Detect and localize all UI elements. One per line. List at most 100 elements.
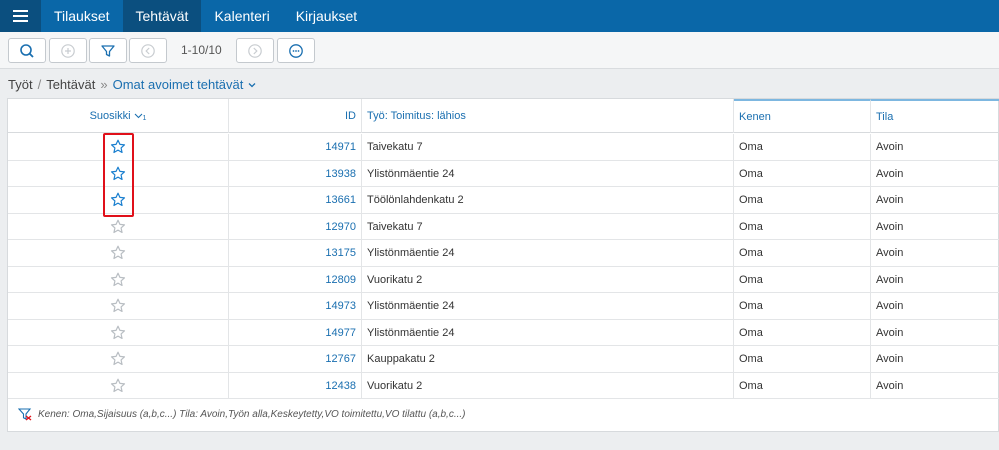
work-cell: Ylistönmäentie 24 [362, 160, 734, 187]
table-row[interactable]: 14971 Taivekatu 7 Oma Avoin [8, 134, 999, 161]
task-id-link[interactable]: 13175 [229, 240, 362, 266]
table-row[interactable]: 14977 Ylistönmäentie 24 Oma Avoin [8, 319, 999, 346]
chevron-right-icon [248, 43, 262, 58]
breadcrumb-separator: » [100, 77, 108, 92]
breadcrumb-level2[interactable]: Tehtävät [46, 77, 95, 92]
favorite-cell [8, 319, 229, 346]
owner-cell: Oma [734, 213, 871, 240]
task-id-link[interactable]: 14977 [229, 319, 362, 346]
filter-remove-icon[interactable] [18, 407, 32, 421]
breadcrumb-root[interactable]: Työt [8, 77, 33, 92]
favorite-cell [8, 293, 229, 319]
task-id-link[interactable]: 12970 [229, 213, 362, 240]
tab-tilaukset[interactable]: Tilaukset [41, 0, 123, 32]
favorite-cell [8, 240, 229, 266]
add-button[interactable] [49, 38, 87, 63]
favorite-cell [8, 213, 229, 240]
owner-cell: Oma [734, 134, 871, 160]
tab-tehtavat[interactable]: Tehtävät [122, 0, 202, 32]
task-grid: Suosikki 1 ID Työ: Toimitus: lähios Kene… [7, 98, 999, 432]
search-icon [20, 43, 34, 58]
tab-kirjaukset[interactable]: Kirjaukset [283, 0, 370, 32]
table-row[interactable]: 14973 Ylistönmäentie 24 Oma Avoin [8, 293, 999, 320]
view-selector[interactable]: Omat avoimet tehtävät [113, 77, 244, 92]
menu-icon[interactable] [0, 0, 41, 32]
next-page-button[interactable] [236, 38, 274, 63]
status-cell: Avoin [876, 353, 904, 365]
add-icon [61, 43, 75, 58]
status-cell: Avoin [876, 300, 904, 312]
star-icon[interactable] [110, 325, 126, 341]
status-cell: Avoin [876, 220, 904, 233]
favorite-cell [8, 346, 229, 372]
sort-index: 1 [142, 114, 147, 122]
table-row[interactable]: 12970 Taivekatu 7 Oma Avoin [8, 213, 999, 240]
tab-kalenteri[interactable]: Kalenteri [201, 0, 282, 32]
star-icon[interactable] [110, 298, 126, 314]
column-header-status[interactable]: Tila [871, 99, 999, 133]
column-label: Suosikki [89, 110, 131, 122]
top-navigation: Tilaukset Tehtävät Kalenteri Kirjaukset [0, 0, 999, 32]
task-id-link[interactable]: 13938 [229, 160, 362, 187]
status-cell: Avoin [876, 326, 904, 339]
work-cell: Kauppakatu 2 [362, 346, 734, 372]
previous-page-button[interactable] [129, 38, 167, 63]
task-id-link[interactable]: 14973 [229, 293, 362, 319]
column-header-work[interactable]: Työ: Toimitus: lähios [362, 99, 734, 133]
filter-summary-text: Kenen: Oma,Sijaisuus (a,b,c...) Tila: Av… [38, 408, 466, 420]
star-icon[interactable] [110, 378, 126, 394]
chevron-down-icon[interactable] [248, 81, 256, 89]
work-cell: Ylistönmäentie 24 [362, 240, 734, 266]
favorites-highlight [103, 133, 134, 217]
work-cell: Vuorikatu 2 [362, 266, 734, 293]
table-row[interactable]: 12438 Vuorikatu 2 Oma Avoin [8, 372, 999, 399]
work-cell: Vuorikatu 2 [362, 372, 734, 399]
table-row[interactable]: 13175 Ylistönmäentie 24 Oma Avoin [8, 240, 999, 267]
filter-icon [101, 44, 115, 57]
star-icon[interactable] [110, 245, 126, 261]
favorite-cell [8, 266, 229, 293]
task-id-link[interactable]: 13661 [229, 187, 362, 213]
task-id-link[interactable]: 12438 [229, 372, 362, 399]
work-cell: Töölönlahdenkatu 2 [362, 187, 734, 213]
star-icon[interactable] [110, 272, 126, 288]
owner-cell: Oma [734, 187, 871, 213]
table-row[interactable]: 13661 Töölönlahdenkatu 2 Oma Avoin [8, 187, 999, 214]
work-cell: Ylistönmäentie 24 [362, 293, 734, 319]
status-cell: Avoin [876, 247, 904, 259]
owner-cell: Oma [734, 319, 871, 346]
column-header-id[interactable]: ID [229, 99, 362, 133]
status-cell: Avoin [876, 273, 904, 286]
column-header-favorite[interactable]: Suosikki 1 [8, 99, 229, 133]
filter-summary: Kenen: Oma,Sijaisuus (a,b,c...) Tila: Av… [18, 407, 466, 421]
more-options-button[interactable] [277, 38, 315, 63]
toolbar: 1-10/10 [0, 32, 999, 69]
owner-cell: Oma [734, 293, 871, 319]
table-row[interactable]: 12767 Kauppakatu 2 Oma Avoin [8, 346, 999, 373]
more-icon [289, 43, 303, 58]
table-row[interactable]: 12809 Vuorikatu 2 Oma Avoin [8, 266, 999, 293]
work-cell: Taivekatu 7 [362, 134, 734, 160]
status-cell: Avoin [876, 167, 904, 180]
breadcrumb-separator: / [37, 77, 42, 92]
star-icon[interactable] [110, 351, 126, 367]
table-row[interactable]: 13938 Ylistönmäentie 24 Oma Avoin [8, 160, 999, 187]
search-button[interactable] [8, 38, 46, 63]
grid-header: Suosikki 1 ID Työ: Toimitus: lähios Kene… [8, 99, 999, 133]
owner-cell: Oma [734, 266, 871, 293]
pager-text: 1-10/10 [181, 43, 222, 57]
filter-button[interactable] [89, 38, 127, 63]
owner-cell: Oma [734, 346, 871, 372]
column-header-owner[interactable]: Kenen [734, 99, 871, 133]
breadcrumb: Työt / Tehtävät » Omat avoimet tehtävät [8, 77, 256, 92]
status-cell: Avoin [876, 379, 904, 392]
owner-cell: Oma [734, 240, 871, 266]
task-id-link[interactable]: 14971 [229, 134, 362, 160]
status-cell: Avoin [876, 141, 904, 153]
status-cell: Avoin [876, 194, 904, 206]
work-cell: Ylistönmäentie 24 [362, 319, 734, 346]
task-id-link[interactable]: 12809 [229, 266, 362, 293]
sort-descending-icon [134, 113, 142, 119]
task-id-link[interactable]: 12767 [229, 346, 362, 372]
star-icon[interactable] [110, 219, 126, 235]
